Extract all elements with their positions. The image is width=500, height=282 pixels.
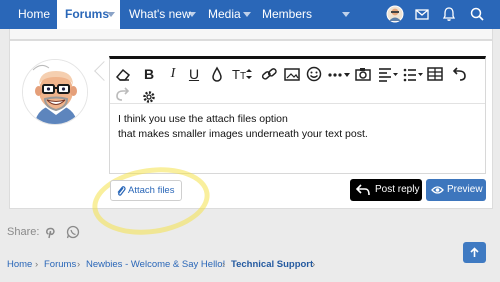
inbox-icon[interactable]	[413, 5, 431, 23]
top-navigation-bar: Home Forums What's new Media Members	[0, 0, 500, 29]
editor-text-line: that makes smaller images underneath you…	[118, 128, 368, 140]
nav-home[interactable]: Home	[18, 0, 50, 29]
breadcrumb-chevron-icon: ›	[222, 259, 226, 270]
svg-text:T: T	[240, 71, 246, 82]
nav-forums[interactable]: Forums	[57, 0, 120, 29]
caricature-avatar-icon	[23, 60, 87, 124]
editor-text-line: I think you use the attach files option	[118, 113, 288, 125]
attach-files-button[interactable]: Attach files	[110, 180, 182, 201]
editor-toolbar: B I U T T	[110, 59, 485, 104]
breadcrumb-home[interactable]: Home	[7, 259, 32, 270]
previous-post-edge	[9, 29, 493, 40]
nav-forums-label: Forums	[65, 7, 110, 21]
reply-icon	[356, 184, 370, 196]
breadcrumb-technical-support[interactable]: Technical Support	[231, 259, 313, 270]
preview-label: Preview	[447, 184, 483, 195]
eraser-icon[interactable]	[114, 66, 132, 82]
breadcrumb-chevron-icon: ›	[312, 259, 316, 270]
list-icon[interactable]	[402, 66, 424, 82]
bold-icon[interactable]: B	[140, 66, 158, 82]
more-options-icon[interactable]	[327, 66, 351, 82]
breadcrumb-chevron-icon: ›	[77, 259, 81, 270]
post-reply-button[interactable]: Post reply	[350, 179, 422, 201]
image-icon[interactable]	[283, 66, 301, 82]
post-reply-label: Post reply	[375, 184, 420, 195]
link-icon[interactable]	[260, 66, 278, 82]
media-dropdown-icon[interactable]	[243, 12, 251, 17]
breadcrumb-chevron-icon: ›	[35, 259, 39, 270]
breadcrumb-newbies[interactable]: Newbies - Welcome & Say Hello!	[86, 259, 225, 270]
smilies-icon[interactable]	[305, 66, 323, 82]
members-dropdown-icon[interactable]	[342, 12, 350, 17]
editor-content[interactable]: I think you use the attach files option …	[118, 112, 478, 142]
share-label: Share:	[7, 226, 40, 238]
whatsapp-icon[interactable]	[66, 225, 80, 239]
arrow-up-icon	[470, 247, 479, 257]
align-icon[interactable]	[377, 66, 399, 82]
italic-icon[interactable]: I	[164, 66, 182, 82]
pinterest-icon[interactable]	[43, 225, 57, 239]
underline-icon[interactable]: U	[185, 66, 203, 82]
font-size-icon[interactable]: T T	[232, 66, 254, 82]
camera-icon[interactable]	[354, 66, 372, 82]
svg-text:T: T	[232, 67, 240, 82]
table-icon[interactable]	[426, 66, 444, 82]
search-icon[interactable]	[468, 5, 486, 23]
preview-button[interactable]: Preview	[426, 179, 486, 201]
scroll-to-top-button[interactable]	[463, 242, 486, 263]
undo-icon[interactable]	[450, 66, 468, 82]
message-editor[interactable]: B I U T T I think you use the attach fil…	[109, 56, 486, 174]
whats-new-dropdown-icon[interactable]	[188, 12, 196, 17]
nav-whats-new[interactable]: What's new	[129, 0, 191, 29]
nav-media[interactable]: Media	[208, 0, 241, 29]
eye-icon	[431, 186, 444, 194]
forums-dropdown-icon[interactable]	[107, 12, 115, 17]
settings-gear-icon[interactable]	[140, 89, 158, 105]
avatar	[22, 59, 88, 125]
breadcrumb-forums[interactable]: Forums	[44, 259, 76, 270]
paperclip-icon	[117, 186, 126, 196]
alerts-bell-icon[interactable]	[440, 5, 458, 23]
user-avatar-icon[interactable]	[386, 5, 404, 23]
nav-members[interactable]: Members	[262, 0, 312, 29]
attach-files-label: Attach files	[128, 185, 175, 196]
text-color-icon[interactable]	[208, 66, 226, 82]
redo-icon[interactable]	[114, 86, 132, 102]
